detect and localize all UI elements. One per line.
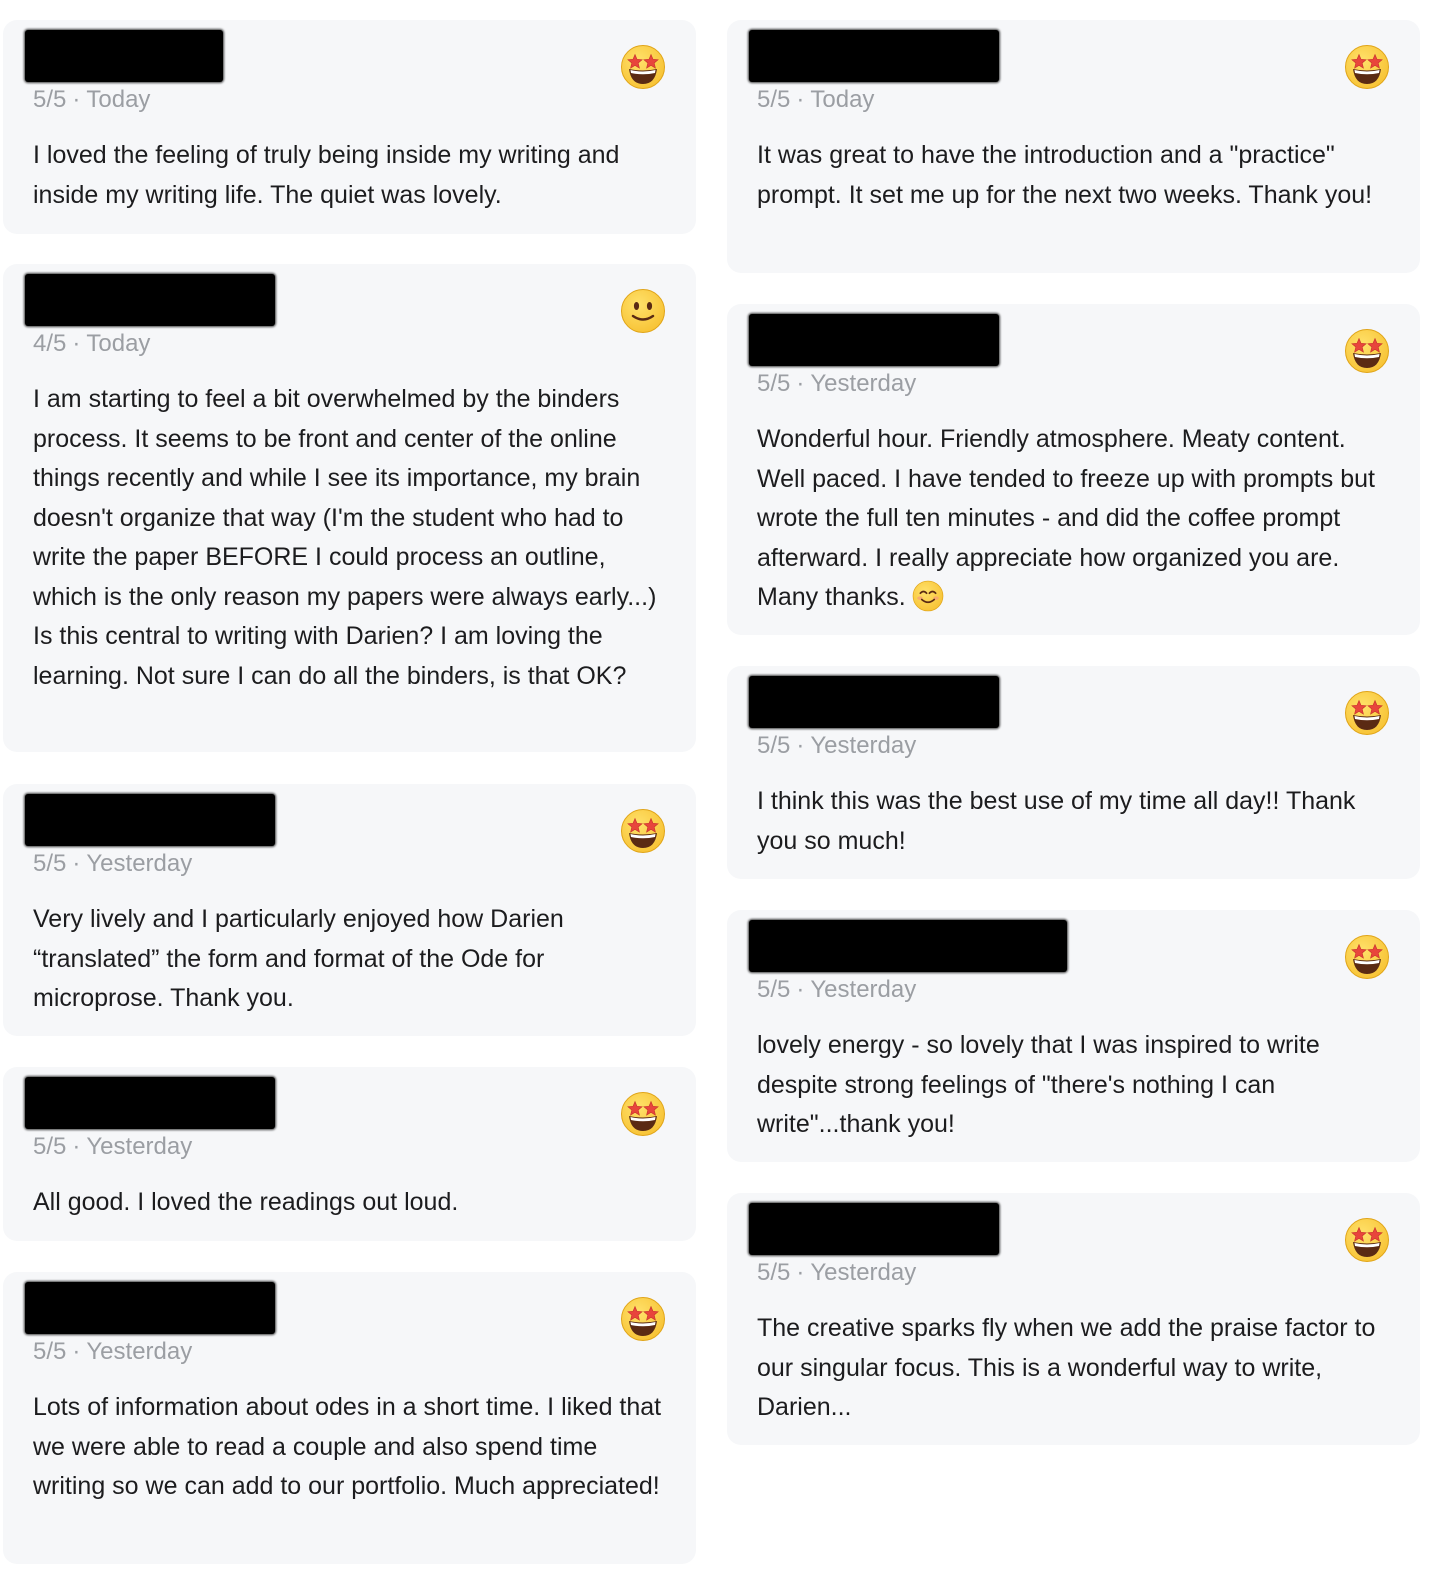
rating-date: Today: [86, 330, 151, 357]
meta-separator: ·: [72, 850, 81, 877]
star-struck-icon: [1345, 691, 1389, 735]
rating-meta: 5/5 · Today: [757, 86, 874, 114]
rating-date: Yesterday: [810, 976, 917, 1003]
rating-meta: 5/5 · Yesterday: [757, 732, 916, 760]
feedback-comment: All good. I loved the readings out loud.: [33, 1188, 459, 1216]
star-struck-icon: [1345, 45, 1389, 89]
rating-score: 5/5: [757, 1259, 791, 1286]
star-struck-icon: [621, 1092, 665, 1136]
star-struck-icon: [621, 1297, 665, 1341]
rating-date: Yesterday: [810, 1259, 917, 1286]
rating-date: Yesterday: [86, 1338, 193, 1365]
rating-meta: 5/5 · Today: [33, 86, 150, 114]
meta-separator: ·: [72, 86, 81, 113]
rating-date: Yesterday: [86, 1133, 193, 1160]
rating-meta: 5/5 · Yesterday: [757, 370, 916, 398]
feedback-card: 5/5 · Yesterday I think this was the best …: [727, 666, 1420, 879]
star-struck-icon: [621, 45, 665, 89]
redacted-name: [25, 794, 275, 846]
rating-meta: 5/5 · Yesterday: [33, 1133, 192, 1161]
feedback-card: 5/5 · Yesterday Lots of information about …: [3, 1272, 696, 1564]
feedback-comment-text: Wonderful hour. Friendly atmosphere. Mea…: [757, 425, 1375, 611]
redacted-name: [749, 30, 999, 82]
feedback-card: 5/5 · Yesterday Very lively and I particul…: [3, 784, 696, 1036]
feedback-card: 5/5 · Yesterday All good. I loved the read…: [3, 1067, 696, 1241]
meta-separator: ·: [72, 330, 81, 357]
feedback-comment: Lots of information about odes in a shor…: [33, 1393, 662, 1500]
feedback-card: 5/5 · Yesterday lovely energy - so lovely …: [727, 910, 1420, 1162]
rating-score: 5/5: [33, 86, 67, 113]
rating-score: 5/5: [33, 1338, 67, 1365]
redacted-name: [25, 1077, 275, 1129]
rating-score: 5/5: [757, 370, 791, 397]
meta-separator: ·: [72, 1133, 81, 1160]
feedback-comment: It was great to have the introduction an…: [757, 141, 1373, 209]
redacted-name: [25, 274, 275, 326]
star-struck-icon: [1345, 1218, 1389, 1262]
feedback-card: 5/5 · Yesterday Wonderful hour. Friendly a…: [727, 304, 1420, 635]
rating-meta: 5/5 · Yesterday: [33, 850, 192, 878]
rating-score: 5/5: [33, 850, 67, 877]
meta-separator: ·: [796, 86, 805, 113]
rating-date: Today: [86, 86, 151, 113]
star-struck-icon: [1345, 329, 1389, 373]
redacted-name: [749, 1203, 999, 1255]
rating-meta: 4/5 · Today: [33, 330, 150, 358]
rating-score: 4/5: [33, 330, 67, 357]
rating-meta: 5/5 · Yesterday: [33, 1338, 192, 1366]
feedback-card: 5/5 · Today I loved the feeling of truly b…: [3, 20, 696, 234]
redacted-name: [749, 314, 999, 366]
feedback-comment: I think this was the best use of my time…: [757, 787, 1356, 855]
meta-separator: ·: [796, 732, 805, 759]
rating-date: Yesterday: [810, 732, 917, 759]
feedback-comment: lovely energy - so lovely that I was ins…: [757, 1031, 1320, 1138]
rating-meta: 5/5 · Yesterday: [757, 1259, 916, 1287]
redacted-name: [749, 920, 1067, 972]
meta-separator: ·: [796, 370, 805, 397]
redacted-name: [749, 676, 999, 728]
rating-meta: 5/5 · Yesterday: [757, 976, 916, 1004]
redacted-name: [25, 1282, 275, 1334]
feedback-comment: Wonderful hour. Friendly atmosphere. Mea…: [757, 420, 1397, 618]
feedback-card: 4/5 · Today I am starting to feel a bit ov…: [3, 264, 696, 752]
smiling-face-with-smiling-eyes-icon: [912, 580, 943, 612]
feedback-comment: I loved the feeling of truly being insid…: [33, 141, 620, 209]
rating-score: 5/5: [757, 86, 791, 113]
rating-date: Yesterday: [86, 850, 193, 877]
meta-separator: ·: [72, 1338, 81, 1365]
star-struck-icon: [621, 809, 665, 853]
meta-separator: ·: [796, 976, 805, 1003]
feedback-card: 5/5 · Yesterday The creative sparks fly wh…: [727, 1193, 1420, 1445]
rating-date: Today: [810, 86, 875, 113]
feedback-card: 5/5 · Today It was great to have the intro…: [727, 20, 1420, 273]
feedback-comment: The creative sparks fly when we add the …: [757, 1314, 1376, 1421]
meta-separator: ·: [796, 1259, 805, 1286]
feedback-comment: I am starting to feel a bit overwhelmed …: [33, 385, 657, 690]
redacted-name: [25, 30, 223, 82]
rating-score: 5/5: [757, 732, 791, 759]
rating-date: Yesterday: [810, 370, 917, 397]
star-struck-icon: [1345, 935, 1389, 979]
rating-score: 5/5: [757, 976, 791, 1003]
rating-score: 5/5: [33, 1133, 67, 1160]
feedback-comment: Very lively and I particularly enjoyed h…: [33, 905, 564, 1012]
slightly-smiling-face-icon: [621, 289, 665, 333]
